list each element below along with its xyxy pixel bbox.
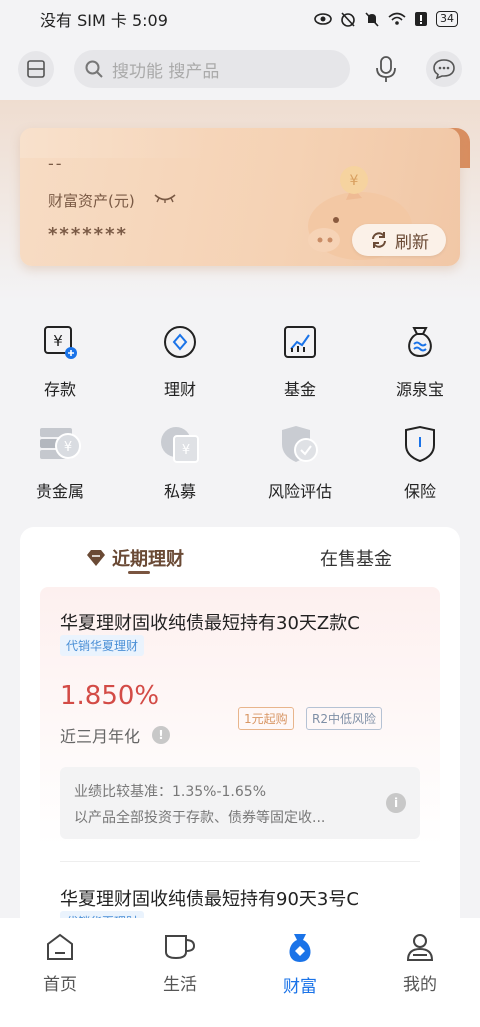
search-input[interactable]: 搜功能 搜产品 [74, 50, 350, 88]
wifi-icon [388, 12, 406, 25]
divider [60, 861, 420, 862]
grid-item-deposit[interactable]: ¥ 存款 [0, 320, 120, 400]
top-bar: 搜功能 搜产品 [0, 38, 480, 100]
voice-button[interactable] [372, 55, 400, 83]
svg-text:¥: ¥ [182, 443, 190, 458]
carrier-time: 没有 SIM 卡 5:09 [40, 11, 168, 30]
private-equity-icon: ¥ [161, 427, 199, 463]
risk-level-badge: R2中低风险 [306, 707, 382, 730]
mute-icon [365, 12, 379, 27]
shield-check-icon [282, 426, 318, 462]
wealth-bag-icon [289, 934, 311, 962]
wealth-management-icon [164, 326, 196, 358]
assets-dashes: -- [48, 154, 64, 173]
battery-indicator: 34 [436, 11, 458, 27]
nav-home[interactable]: 首页 [0, 918, 120, 1027]
assets-label: 财富资产(元) [48, 192, 135, 210]
grid-item-insurance[interactable]: 保险 [360, 422, 480, 502]
svg-text:¥: ¥ [53, 332, 63, 350]
product-title: 华夏理财固收纯债最短持有30天Z款C [60, 613, 360, 634]
scan-icon [27, 60, 45, 78]
grid-item-risk-assessment[interactable]: 风险评估 [240, 422, 360, 502]
wealth-assets-card[interactable]: -- 财富资产(元) ******* ¥ 刷新 [20, 128, 470, 268]
grid-item-private-equity[interactable]: ¥ 私募 [120, 422, 240, 502]
nav-life[interactable]: 生活 [120, 918, 240, 1027]
money-bag-icon [408, 327, 432, 358]
alarm-off-icon [341, 12, 355, 27]
info-icon[interactable]: i [386, 793, 406, 813]
cup-icon [165, 935, 196, 960]
min-purchase-badge: 1元起购 [238, 707, 294, 730]
tab-underline [128, 571, 150, 574]
benchmark-line2: 以产品全部投资于存款、债券等固定收... [74, 810, 326, 826]
search-placeholder: 搜功能 搜产品 [112, 61, 220, 82]
product-tabs: 近期理财 在售基金 [20, 527, 460, 581]
assets-amount-hidden: ******* [48, 224, 128, 245]
rate-label-row: 近三月年化 ! [60, 723, 171, 747]
refresh-label: 刷新 [395, 232, 429, 253]
message-button[interactable] [426, 51, 462, 87]
nav-wealth[interactable]: 财富 [240, 918, 360, 1027]
benchmark-line1: 业绩比较基准：1.35%-1.65% [74, 784, 267, 800]
search-icon [85, 60, 103, 78]
refresh-icon [372, 232, 386, 248]
help-icon[interactable]: ! [152, 726, 171, 744]
grid-item-yuanquanbao[interactable]: 源泉宝 [360, 320, 480, 400]
fund-chart-icon [284, 326, 316, 358]
bottom-nav: 首页 生活 财富 我的 [0, 918, 480, 1027]
tab-funds-on-sale[interactable]: 在售基金 [320, 545, 392, 571]
rate-label: 近三月年化 [60, 727, 141, 746]
svg-text:¥: ¥ [350, 173, 359, 189]
alert-icon [415, 12, 427, 26]
person-icon [406, 934, 434, 961]
deposit-icon: ¥ [44, 326, 77, 359]
card-tab-top [20, 128, 200, 158]
product-tag: 代销华夏理财 [60, 635, 145, 656]
eye-icon [314, 13, 332, 25]
grid-item-wealth[interactable]: 理财 [120, 320, 240, 400]
gold-bar-icon: ¥ [40, 428, 81, 459]
product-title-2: 华夏理财固收纯债最短持有90天3号C [60, 889, 359, 910]
nav-mine[interactable]: 我的 [360, 918, 480, 1027]
home-icon [47, 933, 73, 960]
benchmark-box: 业绩比较基准：1.35%-1.65% 以产品全部投资于存款、债券等固定收... … [60, 767, 420, 839]
tab-recent-wealth[interactable]: 近期理财 [86, 545, 184, 571]
svg-text:¥: ¥ [64, 440, 72, 455]
insurance-shield-icon [405, 425, 435, 463]
product-card[interactable]: 华夏理财固收纯债最短持有30天Z款C 代销华夏理财 1.850% 近三月年化 !… [40, 587, 440, 947]
grid-item-fund[interactable]: 基金 [240, 320, 360, 400]
chat-bubble-icon [433, 59, 455, 80]
hide-eye-icon[interactable] [154, 192, 176, 204]
status-bar: 没有 SIM 卡 5:09 34 [0, 0, 480, 38]
grid-item-precious-metals[interactable]: ¥ 贵金属 [0, 422, 120, 502]
products-panel: 近期理财 在售基金 华夏理财固收纯债最短持有30天Z款C 代销华夏理财 1.85… [20, 527, 460, 947]
microphone-icon [376, 56, 396, 82]
refresh-button[interactable]: 刷新 [352, 224, 446, 256]
scan-button[interactable] [18, 51, 54, 87]
product-rate: 1.850% [60, 681, 160, 711]
diamond-icon [87, 550, 105, 566]
